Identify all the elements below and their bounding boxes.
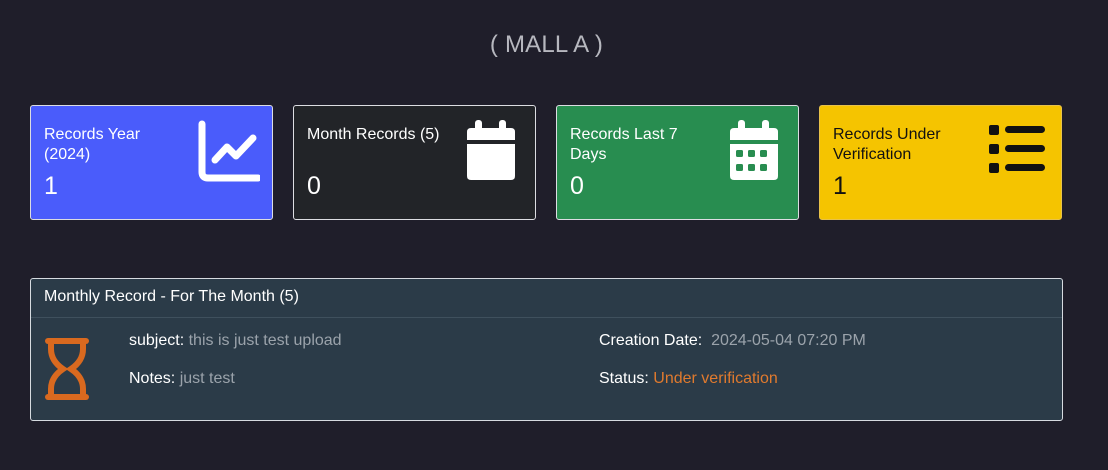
page-title: ( MALL A )	[489, 31, 604, 58]
card-value: 1	[833, 172, 847, 200]
dashboard-page: ( MALL A ) Records Year (2024) 1 Month R…	[0, 0, 1108, 470]
creation-date-label: Creation Date:	[599, 332, 703, 349]
notes-value: just test	[179, 370, 235, 387]
calendar-icon	[461, 120, 523, 182]
card-label: Records Year (2024)	[44, 126, 141, 163]
status-label: Status:	[599, 370, 649, 387]
subject-label: subject:	[129, 332, 185, 349]
status-value: Under verification	[653, 370, 778, 387]
card-records-under-verification[interactable]: Records Under Verification 1	[819, 105, 1062, 220]
card-records-year[interactable]: Records Year (2024) 1	[30, 105, 273, 220]
calendar-days-icon	[724, 120, 786, 182]
monthly-record-panel: Monthly Record - For The Month (5) subje…	[30, 278, 1063, 421]
card-value: 0	[570, 172, 584, 200]
panel-header: Monthly Record - For The Month (5)	[31, 279, 1062, 318]
card-records-last-7-days[interactable]: Records Last 7 Days 0	[556, 105, 799, 220]
creation-date-value: 2024-05-04 07:20 PM	[711, 332, 866, 349]
card-label: Month Records (5)	[307, 126, 440, 143]
card-value: 0	[307, 172, 321, 200]
card-label: Records Last 7 Days	[570, 126, 678, 163]
notes-field: Notes: just test	[129, 370, 235, 388]
hourglass-icon	[43, 337, 91, 401]
card-value: 1	[44, 172, 58, 200]
creation-date-field: Creation Date: 2024-05-04 07:20 PM	[599, 332, 866, 350]
notes-label: Notes:	[129, 370, 176, 387]
subject-field: subject: this is just test upload	[129, 332, 342, 350]
chart-line-icon	[198, 120, 260, 182]
subject-value: this is just test upload	[188, 332, 342, 349]
list-icon	[987, 120, 1049, 182]
panel-title: Monthly Record - For The Month (5)	[44, 288, 299, 305]
card-month-records[interactable]: Month Records (5) 0	[293, 105, 536, 220]
status-field: Status: Under verification	[599, 370, 778, 388]
card-label: Records Under Verification	[833, 126, 941, 163]
